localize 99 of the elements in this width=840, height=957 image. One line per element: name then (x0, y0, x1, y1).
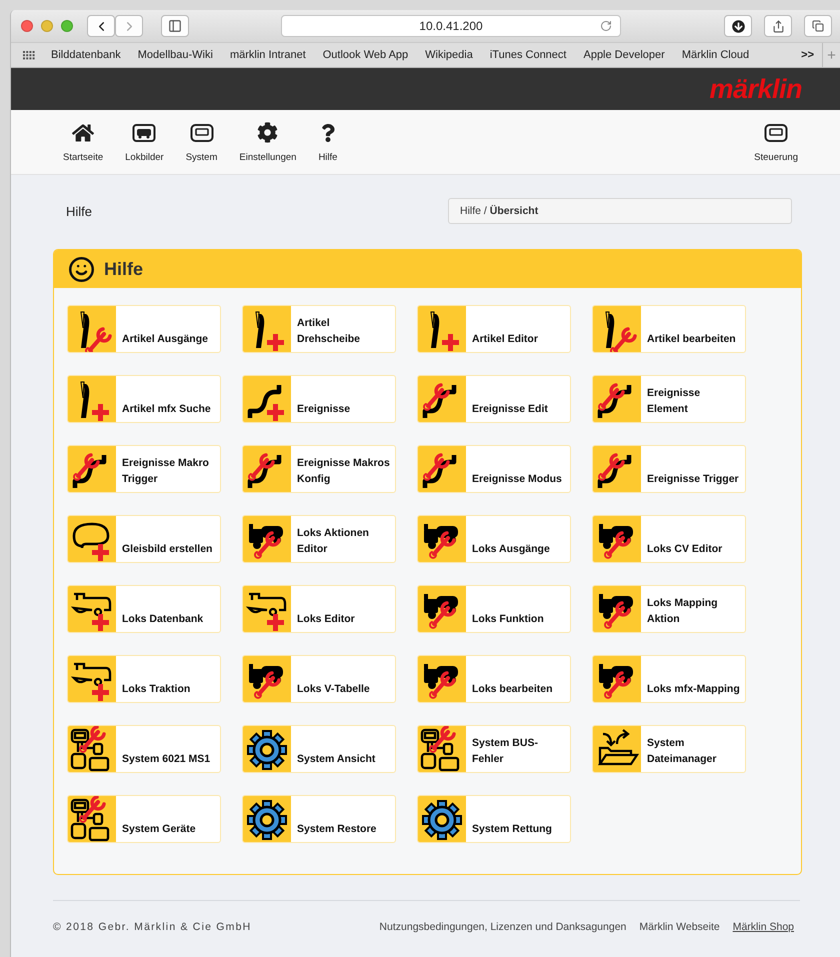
page-title: Hilfe (66, 204, 92, 218)
panel-title: Hilfe (104, 258, 144, 280)
tabs-button[interactable] (804, 15, 832, 37)
nav-item[interactable]: Steuerung (754, 122, 798, 162)
help-tile[interactable]: Loks Datenbank (67, 585, 221, 633)
gear-icon (418, 796, 466, 842)
back-button[interactable] (87, 15, 115, 37)
curve-wrench-icon (418, 446, 466, 492)
help-tile[interactable]: Loks Traktion (67, 655, 221, 703)
locomotive-wrench-icon (593, 656, 641, 702)
curve-plus-icon (243, 376, 291, 422)
help-tile[interactable]: Artikel Editor (417, 305, 571, 353)
bookmark-link[interactable]: Modellbau-Wiki (138, 49, 213, 61)
folder-arrows-icon (593, 726, 641, 772)
smiley-icon (68, 256, 95, 282)
blocks-wrench-icon (68, 796, 116, 842)
bookmark-link[interactable]: märklin Intranet (230, 49, 306, 61)
help-tile[interactable]: System Dateimanager (592, 725, 746, 773)
download-icon (732, 20, 744, 32)
help-tile[interactable]: Ereignisse Edit (417, 375, 571, 423)
locomotive-wrench-icon (243, 656, 291, 702)
help-tile[interactable]: Ereignisse Trigger (592, 445, 746, 493)
more-bookmarks-button[interactable]: >> (801, 49, 814, 61)
help-tile[interactable]: Ereignisse Makro Trigger (67, 445, 221, 493)
help-tile[interactable]: Loks bearbeiten (417, 655, 571, 703)
help-tile[interactable]: System Rettung (417, 795, 571, 843)
locomotive-wrench-icon (593, 516, 641, 562)
loop-plus-icon (68, 516, 116, 562)
sidebar-icon (168, 19, 182, 33)
curve-wrench-icon (68, 446, 116, 492)
help-tile[interactable]: Loks V-Tabelle (242, 655, 396, 703)
settings-icon (257, 122, 278, 143)
help-tile[interactable]: Ereignisse Makros Konfig (242, 445, 396, 493)
locomotive-wrench-icon (593, 586, 641, 632)
window-zoom-button[interactable] (61, 20, 73, 32)
help-tile[interactable]: System Ansicht (242, 725, 396, 773)
help-tile[interactable]: Loks mfx-Mapping (592, 655, 746, 703)
help-tile[interactable]: Ereignisse Element (592, 375, 746, 423)
nav-item[interactable]: Einstellungen (239, 122, 296, 162)
blocks-wrench-icon (418, 726, 466, 772)
gear-icon (243, 726, 291, 772)
reload-icon[interactable] (600, 20, 612, 32)
blocks-wrench-icon (68, 726, 116, 772)
help-tile[interactable]: Loks Mapping Aktion (592, 585, 746, 633)
gear-icon (243, 796, 291, 842)
bookmark-link[interactable]: Märklin Cloud (682, 49, 750, 61)
help-tile[interactable]: Artikel mfx Suche (67, 375, 221, 423)
nav-item[interactable]: Hilfe (318, 122, 338, 162)
help-tile[interactable]: Ereignisse Modus (417, 445, 571, 493)
screen-icon (764, 122, 788, 142)
locomotive-plus-icon (68, 656, 116, 702)
home-icon (72, 122, 94, 144)
help-tile[interactable]: System Geräte (67, 795, 221, 843)
breadcrumb: Hilfe / Übersicht (448, 198, 792, 224)
help-tile[interactable]: System Restore (242, 795, 396, 843)
locomotive-plus-icon (243, 586, 291, 632)
help-tile[interactable]: Artikel bearbeiten (592, 305, 746, 353)
locomotive-wrench-icon (418, 516, 466, 562)
footer-link[interactable]: Nutzungsbedingungen, Lizenzen und Danksagungen (379, 921, 626, 933)
help-tile[interactable]: Loks Funktion (417, 585, 571, 633)
curve-wrench-icon (243, 446, 291, 492)
help-tile[interactable]: Loks Aktionen Editor (242, 515, 396, 563)
curve-wrench-icon (593, 376, 641, 422)
help-tile[interactable]: Gleisbild erstellen (67, 515, 221, 563)
help-tile[interactable]: Loks Editor (242, 585, 396, 633)
bookmark-link[interactable]: Outlook Web App (322, 49, 408, 61)
curve-wrench-icon (418, 376, 466, 422)
help-tile[interactable]: Loks Ausgänge (417, 515, 571, 563)
share-icon (772, 20, 784, 32)
footer-link[interactable]: Märklin Webseite (639, 921, 720, 933)
curve-wrench-icon (593, 446, 641, 492)
copyright-text: © 2018 Gebr. Märklin & Cie GmbH (53, 921, 252, 933)
screen-icon (190, 122, 214, 142)
nav-item[interactable]: System (186, 122, 218, 162)
bookmark-link[interactable]: Bilddatenbank (51, 49, 121, 61)
locomotive-plus-icon (68, 586, 116, 632)
apps-grid-icon[interactable] (23, 50, 35, 60)
tabs-icon (812, 20, 824, 32)
nav-item[interactable]: Lokbilder (125, 122, 164, 162)
downloads-button[interactable] (724, 15, 752, 37)
locomotive-wrench-icon (418, 656, 466, 702)
share-button[interactable] (764, 15, 792, 37)
help-tile[interactable]: System 6021 MS1 (67, 725, 221, 773)
help-tile[interactable]: Artikel Ausgänge (67, 305, 221, 353)
nav-item[interactable]: Startseite (63, 122, 104, 162)
bookmark-link[interactable]: Wikipedia (425, 49, 473, 61)
bookmark-link[interactable]: iTunes Connect (490, 49, 566, 61)
locomotive-icon (132, 122, 156, 142)
address-field[interactable]: 10.0.41.200 (281, 15, 621, 37)
locomotive-wrench-icon (243, 516, 291, 562)
footer-link[interactable]: Märklin Shop (732, 921, 794, 933)
help-tile[interactable]: System BUS-Fehler (417, 725, 571, 773)
help-tile[interactable]: Loks CV Editor (592, 515, 746, 563)
help-tile[interactable]: Ereignisse (242, 375, 396, 423)
bookmark-link[interactable]: Apple Developer (583, 49, 665, 61)
locomotive-wrench-icon (418, 586, 466, 632)
window-close-button[interactable] (21, 20, 33, 32)
sidebar-button[interactable] (161, 15, 189, 37)
help-tile[interactable]: Artikel Drehscheibe (242, 305, 396, 353)
